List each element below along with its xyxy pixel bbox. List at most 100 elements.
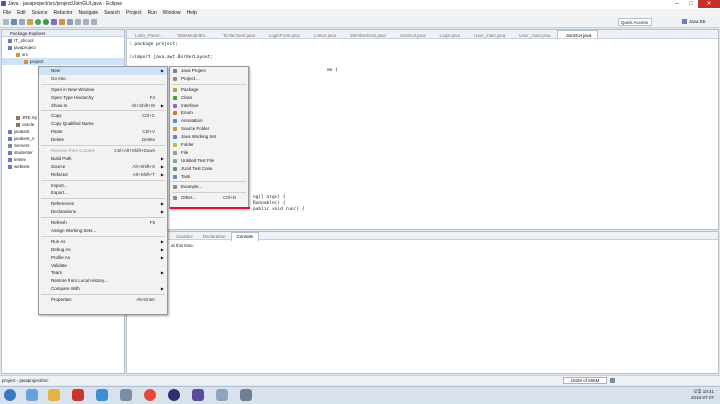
editor-tab[interactable]: Lotto_Panel... bbox=[127, 31, 169, 38]
menu-item-validate[interactable]: Validate bbox=[39, 262, 167, 270]
menu-item-build-path[interactable]: Build Path ▶ bbox=[39, 155, 167, 163]
menu-source[interactable]: Source bbox=[29, 9, 51, 17]
editor-tab[interactable]: User_main.java bbox=[466, 31, 511, 38]
editor-tab-active[interactable]: JoinGUI.java bbox=[556, 30, 599, 38]
gc-icon[interactable] bbox=[610, 378, 615, 383]
menu-item-refactor[interactable]: Refactor Alt+Shift+T ▶ bbox=[39, 171, 167, 179]
debug-icon[interactable] bbox=[35, 19, 41, 25]
perspective-switcher[interactable]: Java EE bbox=[672, 18, 718, 26]
menu-item-copy-qualified-name[interactable]: Copy Qualified Name bbox=[39, 120, 167, 128]
menu-item-export[interactable]: Export... bbox=[39, 189, 167, 197]
editor-tab[interactable]: TableModelEx... bbox=[169, 31, 215, 38]
back-icon[interactable] bbox=[83, 19, 89, 25]
open-type-icon[interactable] bbox=[59, 19, 65, 25]
quick-access-input[interactable]: Quick Access bbox=[618, 18, 652, 26]
print-icon[interactable] bbox=[19, 19, 25, 25]
editor-tab[interactable]: Login.java bbox=[432, 31, 467, 38]
editor-tab[interactable]: Lotto2.java bbox=[306, 31, 342, 38]
editor-tab[interactable]: JoinGUI.java bbox=[392, 31, 432, 38]
forward-icon[interactable] bbox=[91, 19, 97, 25]
menu-item-assign-working-sets[interactable]: Assign Working Sets... bbox=[39, 227, 167, 235]
menu-edit[interactable]: Edit bbox=[14, 9, 29, 17]
new-icon[interactable] bbox=[3, 19, 9, 25]
submenu-item-enum[interactable]: Enum bbox=[170, 109, 248, 117]
menu-help[interactable]: Help bbox=[184, 9, 200, 17]
submenu-item-task[interactable]: Task bbox=[170, 173, 248, 181]
submenu-item-source-folder[interactable]: Source Folder bbox=[170, 125, 248, 133]
app-icon[interactable] bbox=[216, 389, 228, 401]
menu-search[interactable]: Search bbox=[101, 9, 123, 17]
submenu-item-project[interactable]: Project... bbox=[170, 75, 248, 83]
tree-item[interactable]: javaproject bbox=[2, 44, 124, 51]
submenu-item-java-project[interactable]: Java Project bbox=[170, 67, 248, 75]
menu-item-references[interactable]: References ▶ bbox=[39, 200, 167, 208]
menu-window[interactable]: Window bbox=[160, 9, 184, 17]
menu-item-open-in-new-window[interactable]: Open in New Window bbox=[39, 86, 167, 94]
chrome-icon[interactable] bbox=[144, 389, 156, 401]
app-icon[interactable] bbox=[120, 389, 132, 401]
new-class-icon[interactable] bbox=[51, 19, 57, 25]
maximize-button[interactable]: □ bbox=[684, 0, 698, 8]
tab-declaration[interactable]: Declaration bbox=[198, 233, 231, 241]
editor-tab[interactable]: LoginFrom.java bbox=[261, 31, 306, 38]
eclipse-taskbar-icon[interactable] bbox=[192, 389, 204, 401]
submenu-item-example[interactable]: Example... bbox=[170, 183, 248, 191]
menu-navigate[interactable]: Navigate bbox=[75, 9, 101, 17]
menu-item-open-type-hierarchy[interactable]: Open Type Hierarchy F4 bbox=[39, 94, 167, 102]
menu-item-go-into[interactable]: Go Into bbox=[39, 75, 167, 83]
menu-item-paste[interactable]: Paste Ctrl+V bbox=[39, 128, 167, 136]
save-icon[interactable] bbox=[11, 19, 17, 25]
heap-status[interactable]: 182M of 665M bbox=[563, 377, 607, 384]
submenu-item-annotation[interactable]: Annotation bbox=[170, 117, 248, 125]
menu-refactor[interactable]: Refactor bbox=[51, 9, 76, 17]
menu-item-profile-as[interactable]: Profile As ▶ bbox=[39, 254, 167, 262]
submenu-item-other[interactable]: Other... Ctrl+N bbox=[170, 194, 248, 202]
browser-icon[interactable] bbox=[26, 389, 38, 401]
menu-item-debug-as[interactable]: Debug As ▶ bbox=[39, 246, 167, 254]
build-icon[interactable] bbox=[27, 19, 33, 25]
menu-item-restore-from-local-history[interactable]: Restore from Local History... bbox=[39, 277, 167, 285]
menu-item-refresh[interactable]: Refresh F5 bbox=[39, 219, 167, 227]
submenu-item-file[interactable]: File bbox=[170, 149, 248, 157]
menu-item-delete[interactable]: Delete Delete bbox=[39, 136, 167, 144]
menu-item-copy[interactable]: Copy Ctrl+C bbox=[39, 112, 167, 120]
menu-item-show-in[interactable]: Show In Alt+Shift+W ▶ bbox=[39, 102, 167, 110]
ie-icon[interactable] bbox=[96, 389, 108, 401]
tree-item[interactable]: IT_shcool bbox=[2, 37, 124, 44]
submenu-item-class[interactable]: Class bbox=[170, 94, 248, 102]
menu-item-team[interactable]: Team ▶ bbox=[39, 269, 167, 277]
search-icon[interactable] bbox=[67, 19, 73, 25]
tree-item[interactable]: src bbox=[2, 51, 124, 58]
folder-icon[interactable] bbox=[48, 389, 60, 401]
menu-item-properties[interactable]: Properties Alt+Enter bbox=[39, 296, 167, 304]
app-icon[interactable] bbox=[72, 389, 84, 401]
menu-item-compare-with[interactable]: Compare With ▶ bbox=[39, 285, 167, 293]
clock[interactable]: 오후 10:41 2016-07-07 bbox=[691, 389, 714, 401]
submenu-item-untitled-text-file[interactable]: Untitled Text File bbox=[170, 157, 248, 165]
submenu-item-interface[interactable]: Interface bbox=[170, 102, 248, 110]
tab-console[interactable]: Console bbox=[230, 232, 260, 241]
close-button[interactable]: ✕ bbox=[698, 0, 720, 8]
start-icon[interactable] bbox=[4, 389, 16, 401]
minimize-button[interactable]: – bbox=[670, 0, 684, 8]
menu-run[interactable]: Run bbox=[145, 9, 160, 17]
submenu-item-java-working-set[interactable]: Java Working Set bbox=[170, 133, 248, 141]
annotation-icon[interactable] bbox=[75, 19, 81, 25]
editor-tab[interactable]: User_main.java bbox=[511, 31, 556, 38]
editor-tab[interactable]: TicTacToe2.java bbox=[215, 31, 261, 38]
submenu-item-folder[interactable]: Folder bbox=[170, 141, 248, 149]
menu-item-import[interactable]: Import... bbox=[39, 182, 167, 190]
menu-item-new[interactable]: New ▶ bbox=[39, 67, 167, 75]
tree-item-selected[interactable]: project bbox=[2, 58, 124, 65]
menu-file[interactable]: File bbox=[0, 9, 14, 17]
app-icon[interactable] bbox=[240, 389, 252, 401]
run-icon[interactable] bbox=[43, 19, 49, 25]
submenu-item-package[interactable]: Package bbox=[170, 86, 248, 94]
menu-item-run-as[interactable]: Run As ▶ bbox=[39, 238, 167, 246]
menu-project[interactable]: Project bbox=[123, 9, 145, 17]
menu-item-remove-from-context[interactable]: Remove from Context Ctrl+Alt+Shift+Down bbox=[39, 147, 167, 155]
app-icon[interactable] bbox=[168, 389, 180, 401]
menu-item-declarations[interactable]: Declarations ▶ bbox=[39, 208, 167, 216]
tab-javadoc[interactable]: Javadoc bbox=[171, 233, 198, 241]
submenu-item-junit-test-case[interactable]: JUnit Test Case bbox=[170, 165, 248, 173]
